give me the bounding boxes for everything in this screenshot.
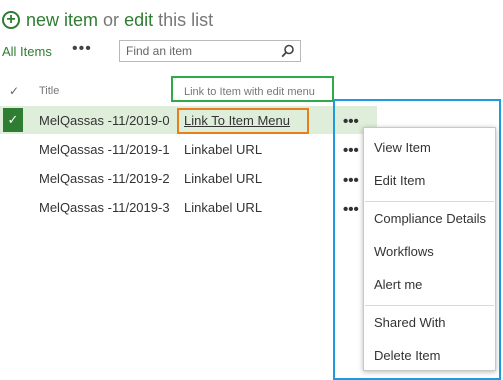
row-check-icon[interactable]: ✓ [3,108,23,132]
row-title: MelQassas -11/2019-2 [39,171,170,186]
row-link-item-menu[interactable]: Link To Item Menu [184,113,290,128]
search-input[interactable] [120,44,276,58]
row-link[interactable]: Linkabel URL [184,142,262,157]
search-box[interactable] [119,40,301,62]
row-title: MelQassas -11/2019-3 [39,200,170,215]
new-item-link[interactable]: new item [26,10,98,30]
plus-circle-icon[interactable]: + [2,11,20,29]
menu-divider [365,305,494,306]
new-item-bar: + new item or edit this list [2,8,213,32]
menu-item-edit-item[interactable]: Edit Item [374,173,425,188]
search-icon[interactable] [281,44,295,58]
edit-list-link[interactable]: edit [124,10,153,30]
menu-item-alert-me[interactable]: Alert me [374,277,422,292]
or-text: or [103,9,120,30]
menu-item-shared-with[interactable]: Shared With [374,315,446,330]
menu-item-workflows[interactable]: Workflows [374,244,434,259]
row-link[interactable]: Linkabel URL [184,171,262,186]
select-all-check-icon[interactable]: ✓ [9,84,19,98]
menu-item-compliance-details[interactable]: Compliance Details [374,211,486,226]
new-item-text: new item or edit this list [26,10,213,31]
menu-item-view-item[interactable]: View Item [374,140,431,155]
row-link[interactable]: Linkabel URL [184,200,262,215]
column-header-link[interactable]: Link to Item with edit menu [184,86,315,98]
views-more-icon[interactable]: ••• [72,40,92,58]
this-list-text: this list [158,9,214,30]
item-context-menu: View Item Edit Item Compliance Details W… [363,127,496,371]
view-all-items[interactable]: All Items [2,44,52,59]
menu-divider [365,201,494,202]
menu-item-delete-item[interactable]: Delete Item [374,348,440,363]
row-title: MelQassas -11/2019-1 [39,142,170,157]
column-header-title[interactable]: Title [39,85,59,97]
row-title: MelQassas -11/2019-0 [39,113,170,128]
